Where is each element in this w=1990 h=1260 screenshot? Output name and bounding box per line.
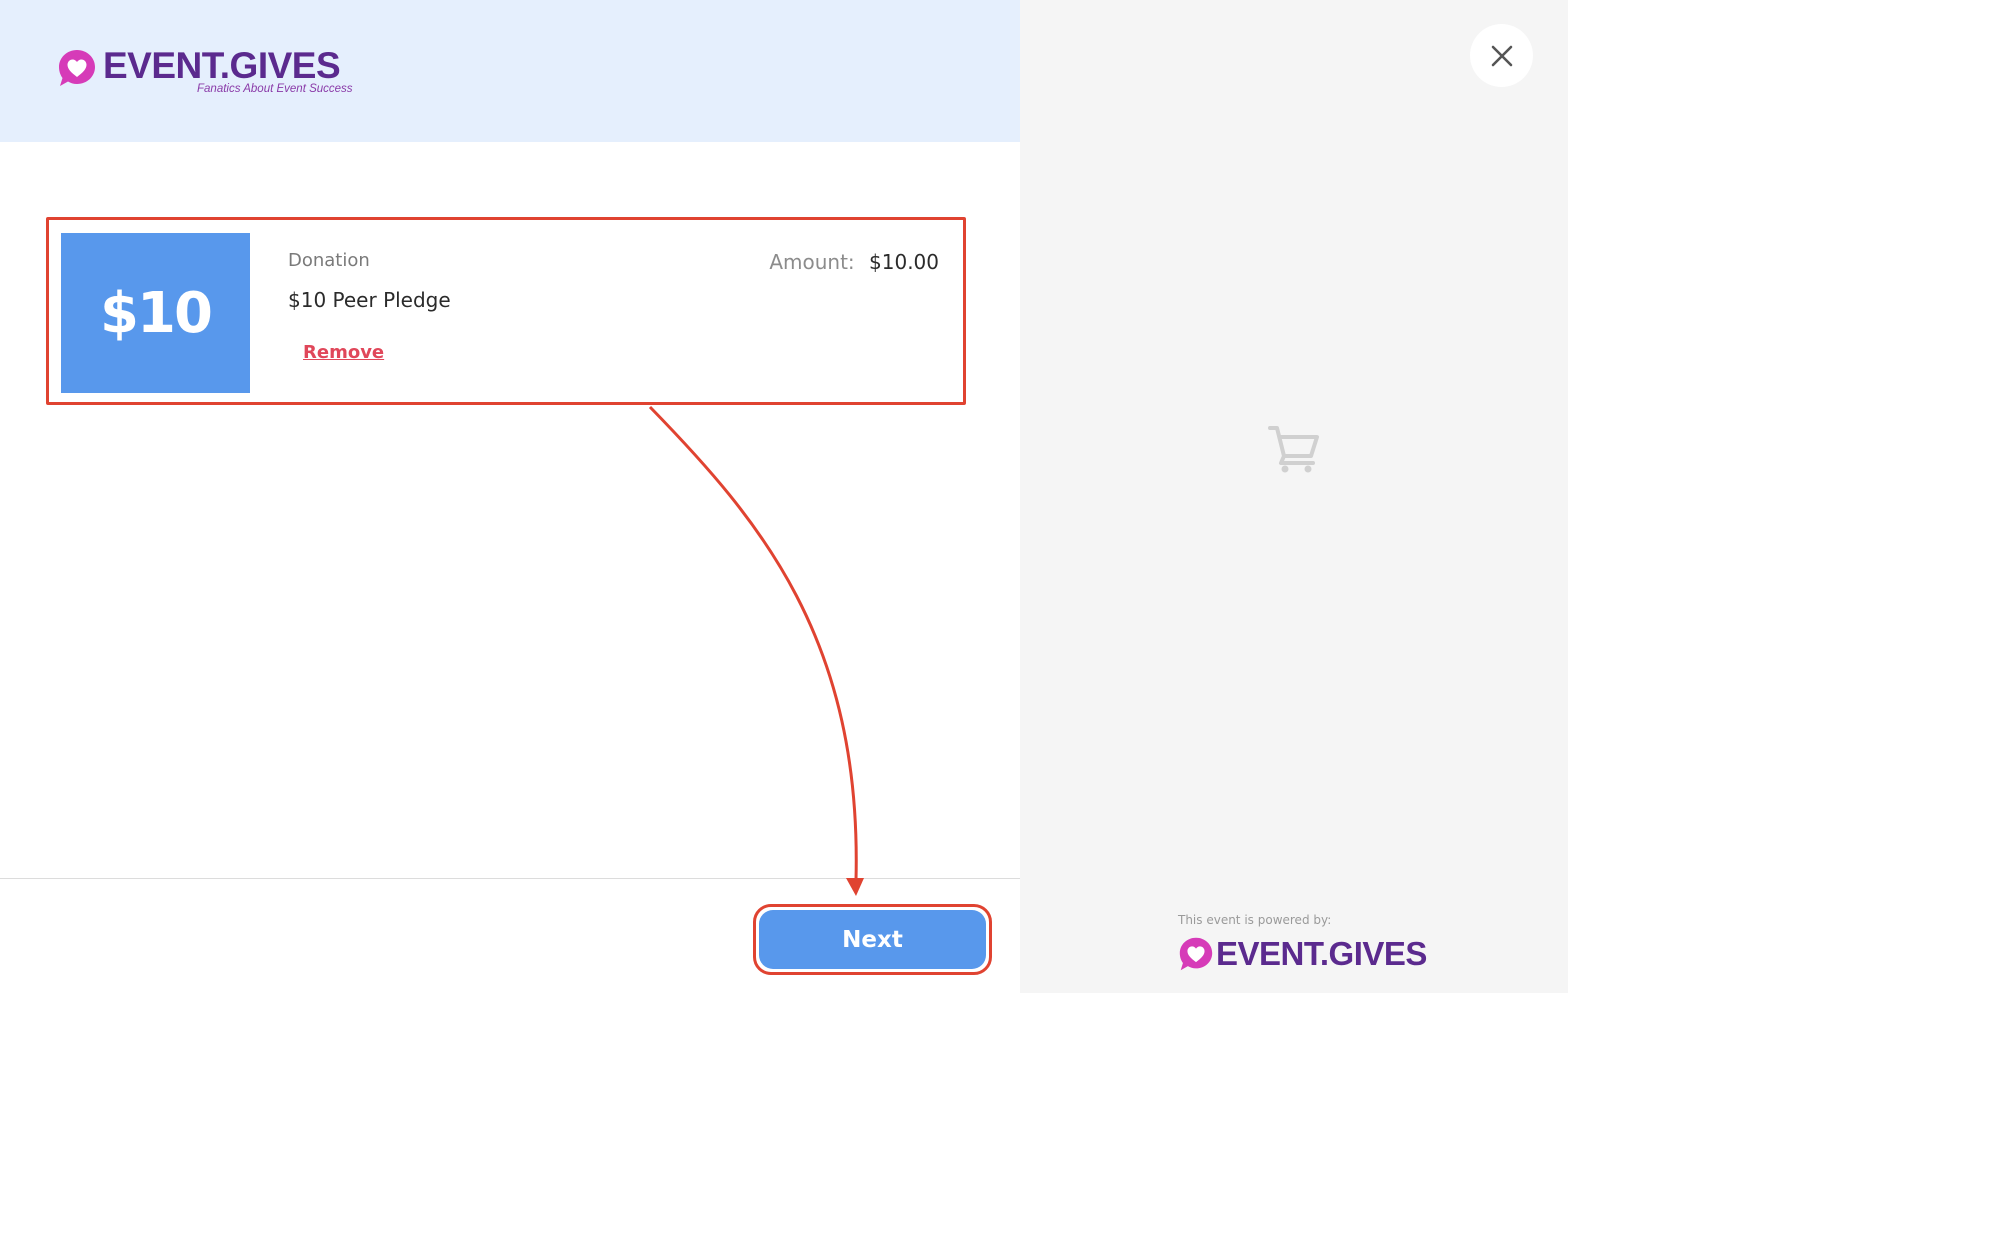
brand-logo: EVENT.GIVES Fanatics About Event Success [57, 44, 353, 104]
shopping-cart-icon [1268, 426, 1319, 473]
powered-by-brand: EVENT.GIVES [1216, 935, 1427, 972]
cart-panel: EVENT.GIVES Fanatics About Event Success… [0, 0, 1020, 993]
item-title: $10 Peer Pledge [288, 288, 451, 312]
amount-label: Amount: [769, 250, 855, 274]
amount-value: $10.00 [869, 250, 939, 274]
heart-chat-icon [1179, 937, 1213, 971]
next-button[interactable]: Next [759, 910, 986, 969]
powered-by-logo: EVENT.GIVES [1178, 934, 1428, 974]
checkout-page: EVENT.GIVES Fanatics About Event Success… [0, 0, 1568, 993]
heart-chat-icon [59, 50, 95, 86]
footer-divider [0, 878, 1020, 879]
powered-by-label: This event is powered by: [1178, 913, 1332, 927]
close-icon [1491, 45, 1512, 66]
sidebar-panel: This event is powered by: EVENT.GIVES [1020, 0, 1568, 993]
item-thumbnail: $10 [61, 233, 250, 393]
item-amount: Amount: $10.00 [769, 250, 939, 274]
close-button[interactable] [1470, 24, 1533, 87]
brand-tagline: Fanatics About Event Success [197, 83, 353, 95]
cart-item: $10 Donation $10 Peer Pledge Remove Amou… [46, 217, 966, 405]
brand-name: EVENT.GIVES [103, 45, 341, 86]
next-button-highlight: Next [753, 904, 992, 975]
item-category: Donation [288, 250, 370, 271]
remove-item-link[interactable]: Remove [303, 342, 384, 363]
header: EVENT.GIVES Fanatics About Event Success [0, 0, 1020, 142]
